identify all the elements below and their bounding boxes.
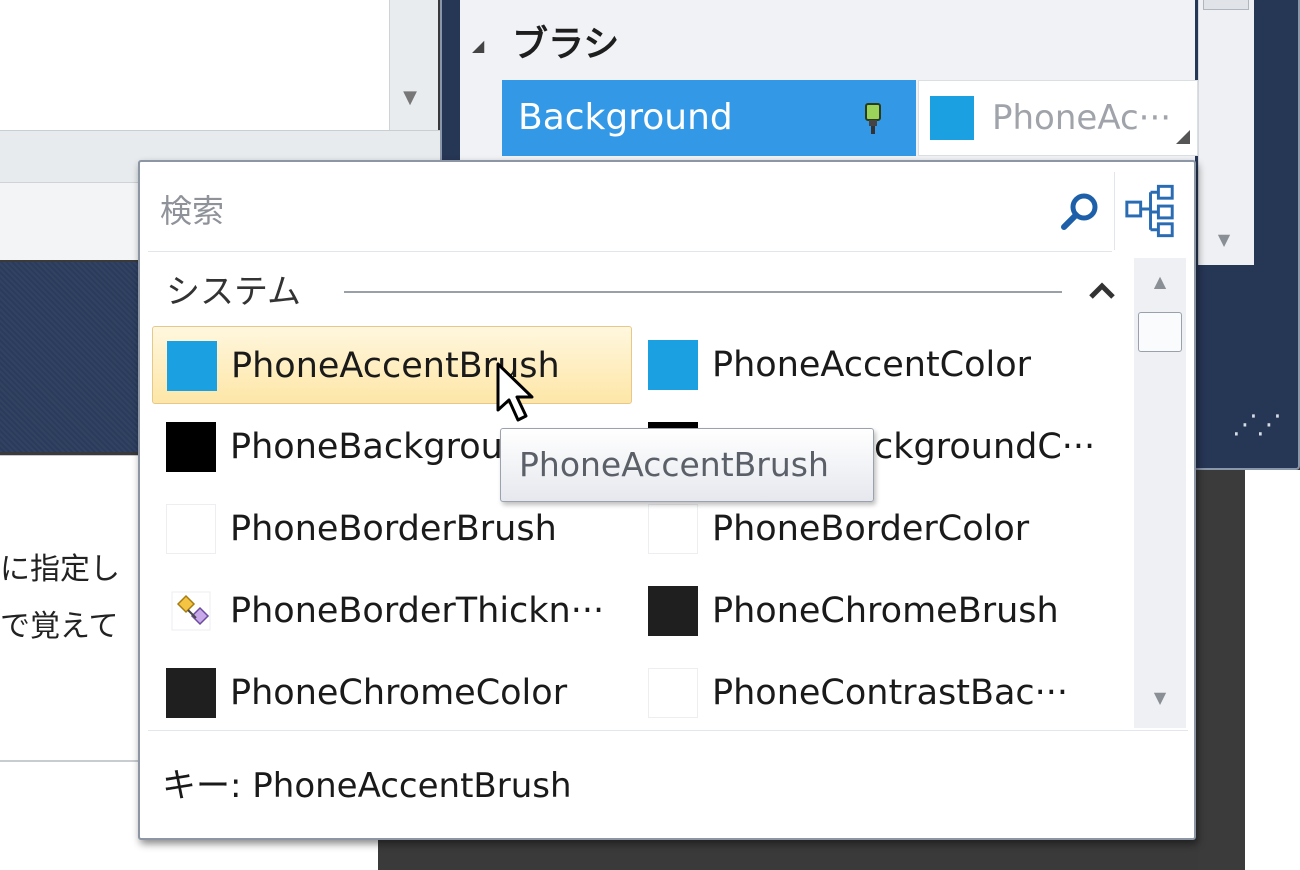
section-header: システム	[166, 272, 301, 312]
dropdown-corner-icon[interactable]	[1176, 130, 1190, 144]
resource-name: PhoneBorderThickn···	[230, 591, 605, 631]
resource-item[interactable]: PhoneAccentColor	[634, 326, 1114, 404]
color-swatch	[648, 504, 698, 554]
tooltip: PhoneAccentBrush	[500, 428, 874, 502]
resource-name: PhoneContrastBac···	[712, 673, 1069, 713]
resource-name: PhoneChromeColor	[230, 673, 568, 713]
category-header: ブラシ	[512, 24, 620, 65]
section-divider	[344, 291, 1062, 293]
collapse-triangle-icon[interactable]: ◢	[472, 34, 492, 58]
divider	[0, 760, 160, 762]
color-swatch	[167, 341, 217, 391]
scrollbar-thumb[interactable]	[1203, 0, 1249, 10]
properties-scrollbar[interactable]	[1198, 0, 1254, 265]
chevron-up-icon[interactable]	[1084, 276, 1120, 306]
search-icon[interactable]	[1058, 190, 1102, 234]
resize-grip-icon[interactable]: ⋰⋰	[1232, 405, 1282, 445]
scrollbar-thumb[interactable]	[1138, 312, 1182, 352]
mouse-cursor-icon	[496, 362, 534, 422]
document-text-line: で覚えて	[0, 609, 119, 644]
document-text-line: に指定し	[0, 552, 120, 587]
search-input[interactable]	[160, 182, 1040, 240]
resource-item[interactable]: PhoneChromeColor	[152, 654, 632, 732]
property-name: Background	[518, 97, 733, 138]
window-edge	[1198, 470, 1246, 870]
left-panel	[0, 0, 390, 130]
color-swatch	[166, 422, 216, 472]
resource-item[interactable]: PhoneContrastBac···	[634, 654, 1114, 732]
scroll-up-icon[interactable]: ▲	[1146, 268, 1174, 296]
resource-item[interactable]: PhoneChromeBrush	[634, 572, 1114, 650]
resource-name: ckgroundC···	[874, 427, 1096, 467]
resource-name: PhoneBorderBrush	[230, 509, 557, 549]
hierarchy-view-icon[interactable]	[1114, 172, 1188, 250]
selected-key-label: キー: PhoneAccentBrush	[162, 766, 572, 806]
color-swatch	[166, 668, 216, 718]
resource-item[interactable]: PhoneBorderThickn···	[152, 572, 632, 650]
resource-name: PhoneAccentColor	[712, 345, 1032, 385]
resource-item[interactable]: PhoneAccentBrush	[152, 326, 632, 404]
window-edge	[1245, 470, 1300, 870]
color-swatch	[648, 586, 698, 636]
resource-name: PhoneBackgrou	[230, 427, 503, 467]
color-swatch	[166, 504, 216, 554]
thickness-icon	[171, 591, 211, 631]
resource-name: PhoneChromeBrush	[712, 591, 1059, 631]
scroll-down-icon[interactable]: ▼	[1212, 228, 1236, 252]
footer-divider	[148, 730, 1188, 731]
property-value: PhoneAc···	[992, 98, 1172, 138]
color-swatch	[930, 96, 974, 140]
scroll-down-icon[interactable]: ▼	[1146, 684, 1174, 712]
resource-name: PhoneBorderColor	[712, 509, 1030, 549]
color-swatch	[648, 340, 698, 390]
advanced-options-marker-icon[interactable]	[858, 102, 888, 136]
color-swatch	[648, 668, 698, 718]
scroll-down-icon[interactable]: ▼	[400, 88, 420, 108]
